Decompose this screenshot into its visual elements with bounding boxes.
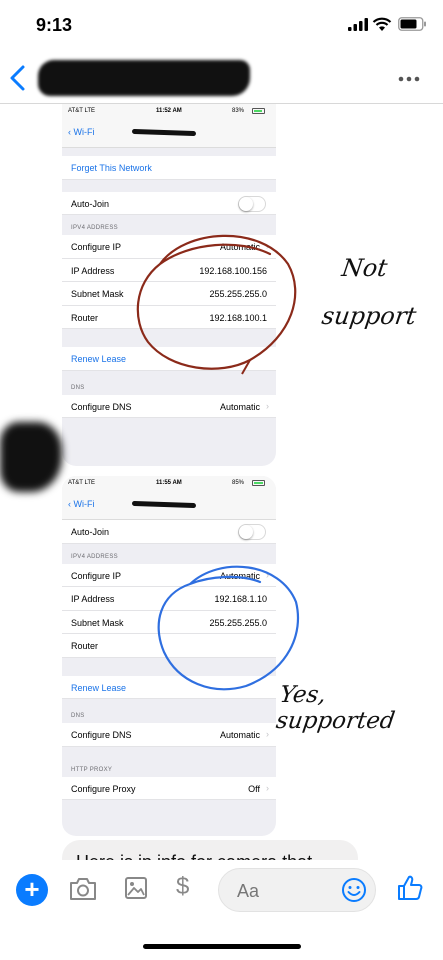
row-label: Configure Proxy (71, 783, 136, 794)
ipv4-header-text: IPV4 ADDRESS (71, 225, 118, 231)
mini-back-link: ‹ Wi-Fi (68, 127, 95, 137)
mini-battery-percent: 83% (232, 108, 245, 114)
message-input-placeholder: Aa (237, 881, 260, 901)
row-label: Configure IP (71, 242, 122, 252)
row-label: Router (71, 312, 99, 323)
message-list: AT&T LTE 11:52 AM 83% ‹ Wi-Fi Forget Thi… (0, 104, 443, 860)
message-composer: + $ Aa (0, 860, 443, 920)
auto-join-label: Auto-Join (71, 527, 110, 537)
chevron-right-icon: › (266, 400, 269, 411)
image-icon[interactable] (124, 876, 148, 900)
row-label: Subnet Mask (71, 617, 124, 628)
row-value: Automatic (219, 730, 260, 740)
row-label: Router (71, 641, 99, 651)
redacted-avatar (0, 422, 62, 492)
redacted-network-name (131, 128, 197, 137)
configure-dns-row: Configure DNS Automatic › (62, 394, 276, 418)
row-value: Off (248, 783, 260, 794)
row-label: Subnet Mask (71, 289, 124, 299)
auto-join-row: Auto-Join (62, 191, 276, 215)
proxy-section-header: HTTP PROXY (62, 746, 276, 777)
message-text: Here is ip info for camera that (76, 852, 312, 860)
annotation-support: support (320, 302, 419, 330)
auto-join-label: Auto-Join (71, 198, 110, 209)
mini-carrier: AT&T LTE (68, 108, 96, 114)
row-label: Configure IP (71, 570, 122, 581)
battery-icon (398, 17, 426, 31)
cellular-signal-icon (348, 18, 368, 31)
ipv4-header-text: IPV4 ADDRESS (71, 553, 118, 560)
renew-lease-label: Renew Lease (71, 682, 127, 693)
home-indicator (143, 944, 301, 949)
row-label: IP Address (71, 594, 115, 604)
blue-circle-annotation (157, 565, 300, 691)
back-chevron-icon[interactable] (8, 64, 28, 92)
mini-back-label: Wi-Fi (73, 499, 95, 509)
camera-icon[interactable] (68, 876, 98, 902)
status-bar: 9:13 (0, 0, 443, 50)
annotation-yes-supported: Yes, supported (274, 682, 397, 734)
mini-battery-icon (252, 480, 265, 486)
row-label: Configure DNS (71, 401, 132, 412)
mini-nav-bar: ‹ Wi-Fi (62, 490, 276, 520)
chevron-right-icon: › (266, 729, 269, 739)
emoji-icon[interactable] (341, 877, 367, 903)
renew-lease-label: Renew Lease (71, 354, 127, 364)
like-icon[interactable] (396, 874, 424, 902)
dns-header-text: DNS (71, 384, 85, 391)
message-input[interactable]: Aa (218, 868, 376, 912)
auto-join-toggle (238, 195, 266, 212)
mini-time: 11:55 AM (156, 480, 182, 486)
dns-header-text: DNS (71, 713, 85, 719)
mini-back-label: Wi-Fi (73, 127, 95, 137)
mini-battery-percent: 85% (232, 480, 245, 486)
mini-carrier: AT&T LTE (68, 480, 96, 486)
configure-proxy-row: Configure Proxy Off › (62, 776, 276, 800)
forget-network-label: Forget This Network (71, 163, 152, 173)
conversation-header (0, 52, 443, 104)
mini-back-link: ‹ Wi-Fi (68, 499, 95, 509)
mini-status-bar: AT&T LTE 11:55 AM 85% (62, 476, 276, 490)
row-value: Automatic (219, 401, 260, 412)
status-time: 9:13 (36, 15, 73, 35)
row-label: Configure DNS (71, 730, 132, 740)
red-circle-annotation (136, 234, 297, 375)
configure-dns-row: Configure DNS Automatic › (62, 723, 276, 747)
auto-join-row: Auto-Join (62, 520, 276, 544)
mini-battery-icon (252, 108, 265, 114)
annotation-not: Not (340, 254, 390, 282)
more-icon[interactable] (398, 76, 420, 82)
plus-icon[interactable]: + (16, 874, 48, 906)
dollar-icon[interactable]: $ (176, 873, 189, 901)
redacted-network-name (131, 500, 197, 509)
mini-time: 11:52 AM (156, 108, 182, 114)
mini-status-bar: AT&T LTE 11:52 AM 83% (62, 104, 276, 118)
redacted-contact-name[interactable] (38, 60, 250, 96)
row-label: IP Address (71, 265, 115, 276)
incoming-message-bubble[interactable]: Here is ip info for camera that (62, 840, 358, 860)
auto-join-toggle (238, 524, 266, 540)
proxy-header-text: HTTP PROXY (71, 766, 113, 773)
wifi-icon (372, 17, 392, 31)
forget-network-row: Forget This Network (62, 156, 276, 180)
mini-nav-bar: ‹ Wi-Fi (62, 118, 276, 148)
dns-section-header: DNS (62, 699, 276, 723)
chevron-right-icon: › (266, 782, 269, 793)
